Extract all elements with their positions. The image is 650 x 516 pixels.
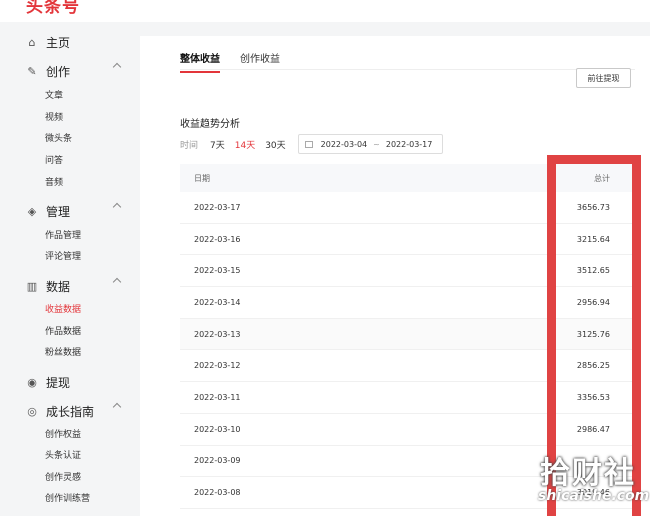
end-date: 2022-03-17 xyxy=(385,139,433,149)
sidebar-item-fans-data[interactable]: 粉丝数据 xyxy=(45,345,81,358)
row-date: 2022-03-14 xyxy=(194,297,241,307)
sidebar-group-label: 管理 xyxy=(46,205,71,219)
range-7-days[interactable]: 7天 xyxy=(210,138,225,151)
sidebar-item-micro-headline[interactable]: 微头条 xyxy=(45,131,72,144)
sidebar-item-training-camp[interactable]: 创作训练营 xyxy=(45,491,90,504)
withdraw-button[interactable]: 前往提现 xyxy=(576,68,631,88)
sidebar-item-withdraw[interactable]: ◉ 提现 xyxy=(26,374,126,391)
column-header-date: 日期 xyxy=(194,173,210,183)
sidebar-item-verification[interactable]: 头条认证 xyxy=(45,448,81,461)
sidebar-item-label: 主页 xyxy=(46,36,71,50)
row-date: 2022-03-11 xyxy=(194,392,241,402)
sidebar-item-revenue-data[interactable]: 收益数据 xyxy=(45,302,81,315)
row-date: 2022-03-16 xyxy=(194,234,241,244)
sidebar-item-comments-manage[interactable]: 评论管理 xyxy=(45,249,81,262)
sidebar-item-video[interactable]: 视频 xyxy=(45,110,63,123)
range-30-days[interactable]: 30天 xyxy=(265,138,285,151)
start-date: 2022-03-04 xyxy=(320,139,368,149)
sidebar-item-article[interactable]: 文章 xyxy=(45,88,63,101)
row-date: 2022-03-08 xyxy=(194,488,241,498)
coin-icon: ◉ xyxy=(27,375,37,389)
bar-chart-icon: ▥ xyxy=(26,279,38,293)
pen-icon: ✎ xyxy=(27,64,37,78)
date-separator: ~ xyxy=(373,139,380,149)
time-filter: 时间 7天 14天 30天 2022-03-04 ~ 2022-03-17 xyxy=(180,134,443,154)
tab-divider xyxy=(180,69,635,70)
section-title: 收益趋势分析 xyxy=(180,119,240,130)
sidebar-group-create[interactable]: ✎ 创作 xyxy=(26,62,126,80)
row-date: 2022-03-17 xyxy=(194,202,241,212)
sidebar-item-works-data[interactable]: 作品数据 xyxy=(45,324,81,337)
top-bar: 头条号 xyxy=(0,0,650,22)
chevron-up-icon xyxy=(112,62,122,72)
chevron-up-icon xyxy=(112,402,122,412)
row-date: 2022-03-10 xyxy=(194,424,241,434)
sidebar-item-works-manage[interactable]: 作品管理 xyxy=(45,228,81,241)
sidebar: ⌂ 主页 ✎ 创作 文章 视频 微头条 问答 音频 ◈ 管理 作品管理 评论管理… xyxy=(0,22,140,516)
sidebar-item-inspiration[interactable]: 创作灵感 xyxy=(45,470,81,483)
sidebar-group-label: 数据 xyxy=(46,280,71,294)
row-date: 2022-03-13 xyxy=(194,329,241,339)
growth-icon: ◎ xyxy=(27,404,37,418)
row-date: 2022-03-15 xyxy=(194,266,241,276)
sidebar-item-label: 提现 xyxy=(46,376,71,390)
layers-icon: ◈ xyxy=(27,204,37,218)
chevron-up-icon xyxy=(112,277,122,287)
sidebar-group-label: 创作 xyxy=(46,65,71,79)
sidebar-group-manage[interactable]: ◈ 管理 xyxy=(26,202,126,220)
row-date: 2022-03-09 xyxy=(194,456,241,466)
sidebar-item-qa[interactable]: 问答 xyxy=(45,153,63,166)
row-date: 2022-03-12 xyxy=(194,361,241,371)
calendar-icon xyxy=(304,140,313,148)
sidebar-item-creator-rights[interactable]: 创作权益 xyxy=(45,427,81,440)
date-range-picker[interactable]: 2022-03-04 ~ 2022-03-17 xyxy=(297,134,443,154)
sidebar-item-audio[interactable]: 音频 xyxy=(45,175,63,188)
sidebar-item-home[interactable]: ⌂ 主页 xyxy=(26,34,126,51)
logo[interactable]: 头条号 xyxy=(26,0,80,17)
watermark-domain: shicaishe.com xyxy=(538,488,650,504)
sidebar-group-label: 成长指南 xyxy=(46,405,95,419)
chevron-up-icon xyxy=(112,202,122,212)
home-icon: ⌂ xyxy=(28,35,36,49)
filter-label: 时间 xyxy=(180,140,199,151)
sidebar-group-data[interactable]: ▥ 数据 xyxy=(26,277,126,295)
watermark: 拾财社 shicaishe.com xyxy=(530,448,650,516)
watermark-text: 拾财社 xyxy=(540,456,636,491)
sidebar-group-growth[interactable]: ◎ 成长指南 xyxy=(26,402,126,420)
range-14-days[interactable]: 14天 xyxy=(235,138,255,151)
